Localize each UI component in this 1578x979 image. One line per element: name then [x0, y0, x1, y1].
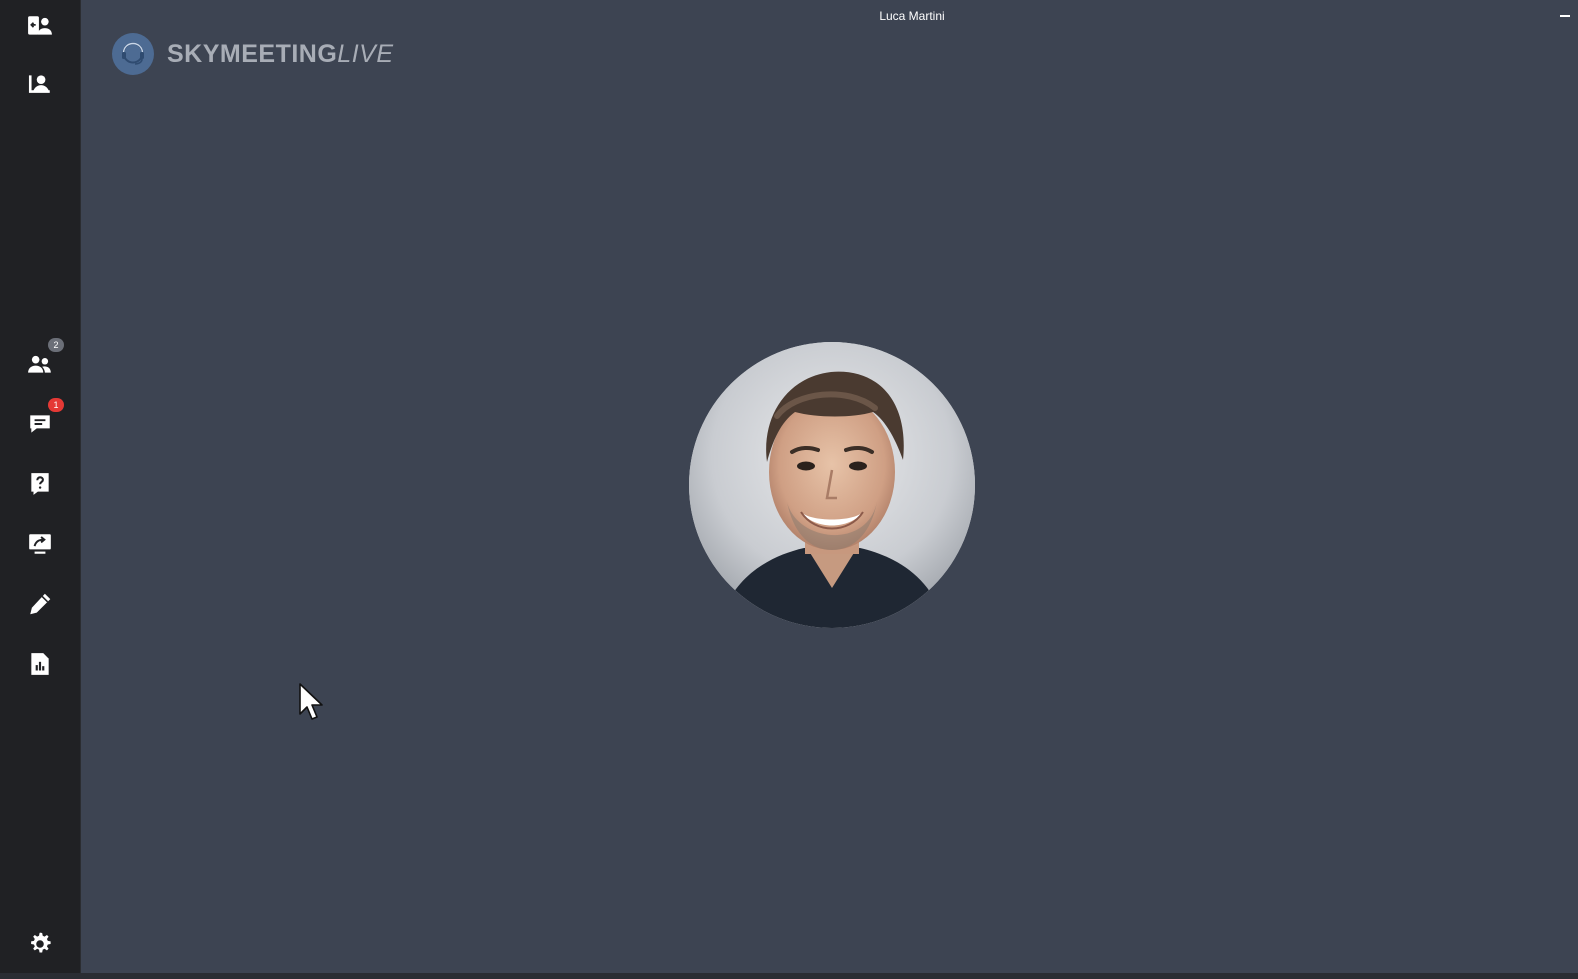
app-logo: SKYMEETINGLIVE [112, 32, 394, 76]
gear-icon [31, 932, 51, 953]
pencil-icon [30, 593, 51, 615]
chat-icon [30, 415, 50, 433]
window-title: Luca Martini [879, 9, 945, 23]
mouse-cursor-icon [299, 683, 323, 720]
screen-share-icon [29, 534, 51, 554]
participants-button[interactable]: 2 [20, 338, 64, 384]
question-icon [31, 473, 49, 495]
participants-icon [28, 355, 51, 373]
sidebar: 2 1 [0, 0, 81, 973]
presenter-button[interactable] [20, 64, 60, 104]
title-bar: Luca Martini [81, 0, 1578, 30]
participant-avatar [689, 342, 975, 628]
chat-badge: 1 [48, 398, 64, 412]
app-window: 2 1 Luca Martini SKYMEETINGLIVE [0, 0, 1578, 979]
screen-share-button[interactable] [20, 524, 60, 564]
brand-name-bold: SKYMEETING [167, 39, 338, 68]
participants-badge: 2 [48, 338, 64, 352]
brand-name-light: LIVE [337, 39, 394, 68]
question-button[interactable] [20, 464, 60, 504]
report-icon [31, 653, 49, 675]
settings-button[interactable] [20, 924, 60, 964]
portrait-image [689, 342, 975, 628]
report-button[interactable] [20, 644, 60, 684]
user-switch-icon [28, 16, 52, 35]
user-presenter-icon [28, 75, 50, 93]
bottom-edge [0, 973, 1578, 979]
brand-name: SKYMEETINGLIVE [167, 40, 394, 69]
headset-logo-icon [112, 33, 154, 75]
user-switch-button[interactable] [20, 6, 60, 46]
annotate-button[interactable] [20, 584, 60, 624]
minimize-button[interactable] [1558, 9, 1570, 21]
chat-button[interactable]: 1 [20, 398, 64, 444]
